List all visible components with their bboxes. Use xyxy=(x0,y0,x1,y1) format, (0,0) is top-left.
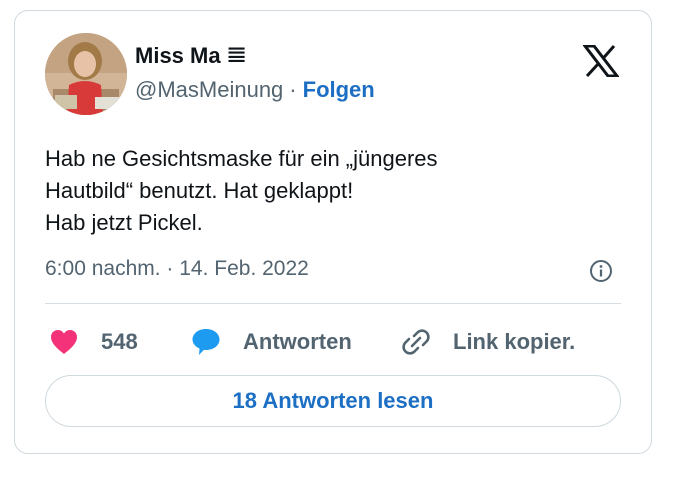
author-handle[interactable]: @MasMeinung xyxy=(135,77,283,103)
avatar[interactable] xyxy=(45,33,127,115)
x-logo-icon[interactable] xyxy=(583,45,619,77)
read-replies-button[interactable]: 18 Antworten lesen xyxy=(45,375,621,427)
author-display-name[interactable]: Miss Ma xyxy=(135,43,221,69)
tweet-text: Hab ne Gesichtsmaske für ein „jüngeres H… xyxy=(45,143,605,239)
separator-dot: · xyxy=(289,77,297,102)
follow-button[interactable]: Folgen xyxy=(303,77,375,103)
tweet-timestamp[interactable]: 6:00 nachm. · 14. Feb. 2022 xyxy=(45,257,309,280)
author-name-row: Miss Ma 𝌆 xyxy=(135,41,246,71)
copy-link-button[interactable]: Link kopier. xyxy=(401,325,575,359)
avatar-photo xyxy=(45,33,127,115)
author-handle-row: @MasMeinung · Folgen xyxy=(135,77,375,103)
tweet-card: Miss Ma 𝌆 @MasMeinung · Folgen Hab ne Ge… xyxy=(14,10,652,454)
copy-link-label: Link kopier. xyxy=(453,329,576,354)
tweet-text-line: Hab ne Gesichtsmaske für ein „jüngeres xyxy=(45,146,438,171)
tweet-text-line: Hab jetzt Pickel. xyxy=(45,210,203,235)
like-count: 548 xyxy=(101,329,138,354)
reply-button[interactable]: Antworten xyxy=(191,325,352,359)
speech-bubble-icon xyxy=(192,329,220,355)
divider xyxy=(45,303,621,304)
tweet-meta: 6:00 nachm. · 14. Feb. 2022 xyxy=(45,257,309,281)
like-button[interactable]: 548 xyxy=(49,325,138,359)
reply-label: Antworten xyxy=(243,329,352,354)
tweet-text-line: Hautbild“ benutzt. Hat geklappt! xyxy=(45,178,354,203)
heart-icon xyxy=(51,330,77,354)
info-icon[interactable] xyxy=(589,259,613,283)
link-icon xyxy=(402,329,430,355)
name-emoji-icon: 𝌆 xyxy=(226,43,247,68)
